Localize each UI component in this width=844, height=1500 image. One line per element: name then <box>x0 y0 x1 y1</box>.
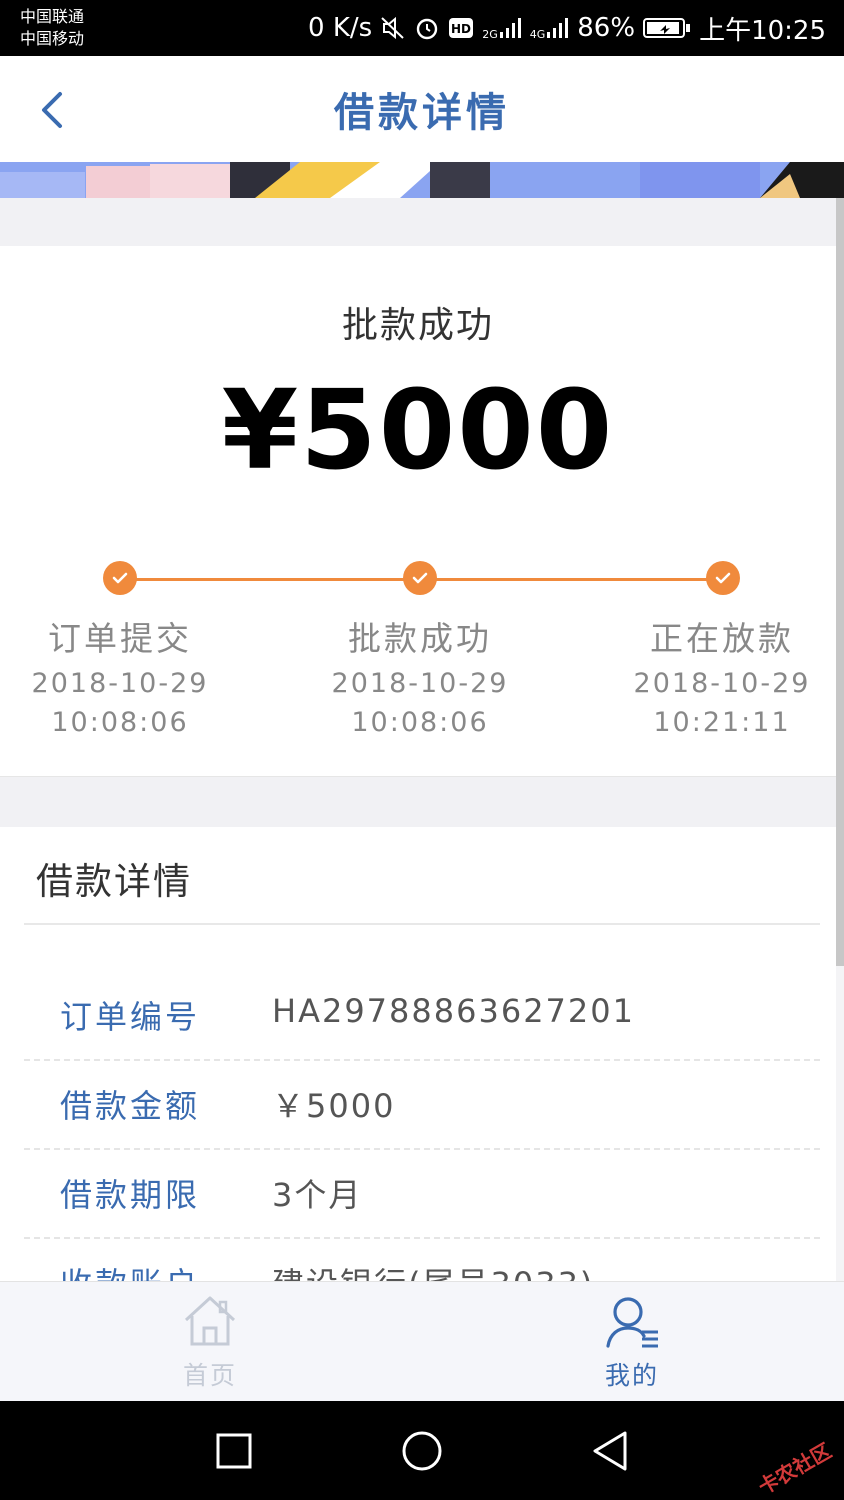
banner-image <box>0 162 844 198</box>
circle-icon <box>402 1431 442 1471</box>
row-label: 收款账户 <box>60 1259 200 1281</box>
carrier-1: 中国联通 <box>20 7 85 26</box>
loan-status: 批款成功 <box>341 305 494 346</box>
carrier-2: 中国移动 <box>20 29 85 48</box>
signal-2g-icon: 2G <box>482 16 522 41</box>
loan-summary-card: 批款成功 ¥5000 订单提交 2018-10-29 10:08:06 批款成功… <box>0 246 836 777</box>
net-speed: 0 K/s <box>308 13 373 43</box>
step-time: 10:08:06 <box>351 707 489 738</box>
row-value: HA29788863627201 <box>272 992 635 1030</box>
step-2-check-icon <box>403 561 437 595</box>
section-spacer <box>0 777 836 827</box>
page-title: 借款详情 <box>334 90 510 136</box>
step-order-submitted: 订单提交 2018-10-29 10:08:06 <box>10 612 230 738</box>
square-icon <box>216 1433 252 1469</box>
details-title: 借款详情 <box>36 860 192 903</box>
detail-row-loan-term: 借款期限 3个月 <box>24 1148 820 1239</box>
row-label: 订单编号 <box>60 998 201 1036</box>
tab-mine-label: 我的 <box>604 1361 659 1390</box>
back-nav-button[interactable] <box>584 1425 636 1477</box>
tab-home[interactable]: 首页 <box>150 1292 270 1392</box>
status-icons: 0 K/s HD 2G 4G 86% 上午10:25 <box>308 0 826 56</box>
step-date: 2018-10-29 <box>331 668 509 699</box>
step-date: 2018-10-29 <box>633 668 811 699</box>
triangle-back-icon <box>593 1431 627 1471</box>
loan-details-card: 借款详情 订单编号 HA29788863627201 借款金额 ￥5000 借款… <box>0 827 836 1281</box>
battery-icon <box>643 16 691 40</box>
clock: 上午10:25 <box>699 15 826 46</box>
step-3-check-icon <box>706 561 740 595</box>
section-spacer <box>0 198 836 246</box>
step-1-check-icon <box>103 561 137 595</box>
nav-bar: 借款详情 <box>0 56 844 162</box>
svg-text:HD: HD <box>451 22 471 36</box>
step-name: 批款成功 <box>348 619 492 658</box>
battery-percent: 86% <box>577 13 636 43</box>
home-icon <box>184 1296 236 1346</box>
alarm-icon <box>414 15 440 41</box>
home-button[interactable] <box>396 1425 448 1477</box>
mute-icon <box>380 15 406 41</box>
step-date: 2018-10-29 <box>31 668 209 699</box>
profile-icon <box>606 1297 658 1348</box>
divider <box>24 923 820 925</box>
tab-home-label: 首页 <box>182 1361 237 1390</box>
signal-2g-label: 2G <box>482 27 498 41</box>
row-label: 借款期限 <box>60 1176 201 1214</box>
recent-apps-button[interactable] <box>208 1425 260 1477</box>
row-label: 借款金额 <box>60 1087 201 1125</box>
signal-4g-label: 4G <box>529 27 546 41</box>
step-name: 订单提交 <box>48 619 192 658</box>
banner-illustration <box>0 162 844 198</box>
row-value: 建设银行(尾号3033) <box>272 1259 594 1281</box>
system-nav-bar: 卡农社区 <box>0 1401 844 1500</box>
bottom-tab-bar: 首页 我的 <box>0 1281 844 1402</box>
status-bar: 中国联通 中国移动 0 K/s HD 2G 4G 86% 上午10:25 <box>0 0 844 56</box>
step-time: 10:08:06 <box>51 707 189 738</box>
detail-row-order-number: 订单编号 HA29788863627201 <box>24 970 820 1061</box>
step-approved: 批款成功 2018-10-29 10:08:06 <box>310 612 530 738</box>
step-name: 正在放款 <box>650 619 794 658</box>
loan-amount: ¥5000 <box>221 366 615 494</box>
tab-mine[interactable]: 我的 <box>572 1292 692 1392</box>
detail-row-receiving-account: 收款账户 建设银行(尾号3033) <box>24 1237 820 1281</box>
step-disbursing: 正在放款 2018-10-29 10:21:11 <box>612 612 832 738</box>
watermark-text: 卡农社区 <box>754 1438 836 1500</box>
step-time: 10:21:11 <box>653 707 791 738</box>
scrollbar[interactable] <box>836 198 844 966</box>
detail-row-loan-amount: 借款金额 ￥5000 <box>24 1059 820 1150</box>
hd-icon: HD <box>448 17 474 39</box>
row-value: 3个月 <box>272 1176 363 1214</box>
carrier-info: 中国联通 中国移动 <box>20 6 84 50</box>
signal-4g-icon: 4G <box>530 16 570 41</box>
row-value: ￥5000 <box>272 1087 396 1125</box>
